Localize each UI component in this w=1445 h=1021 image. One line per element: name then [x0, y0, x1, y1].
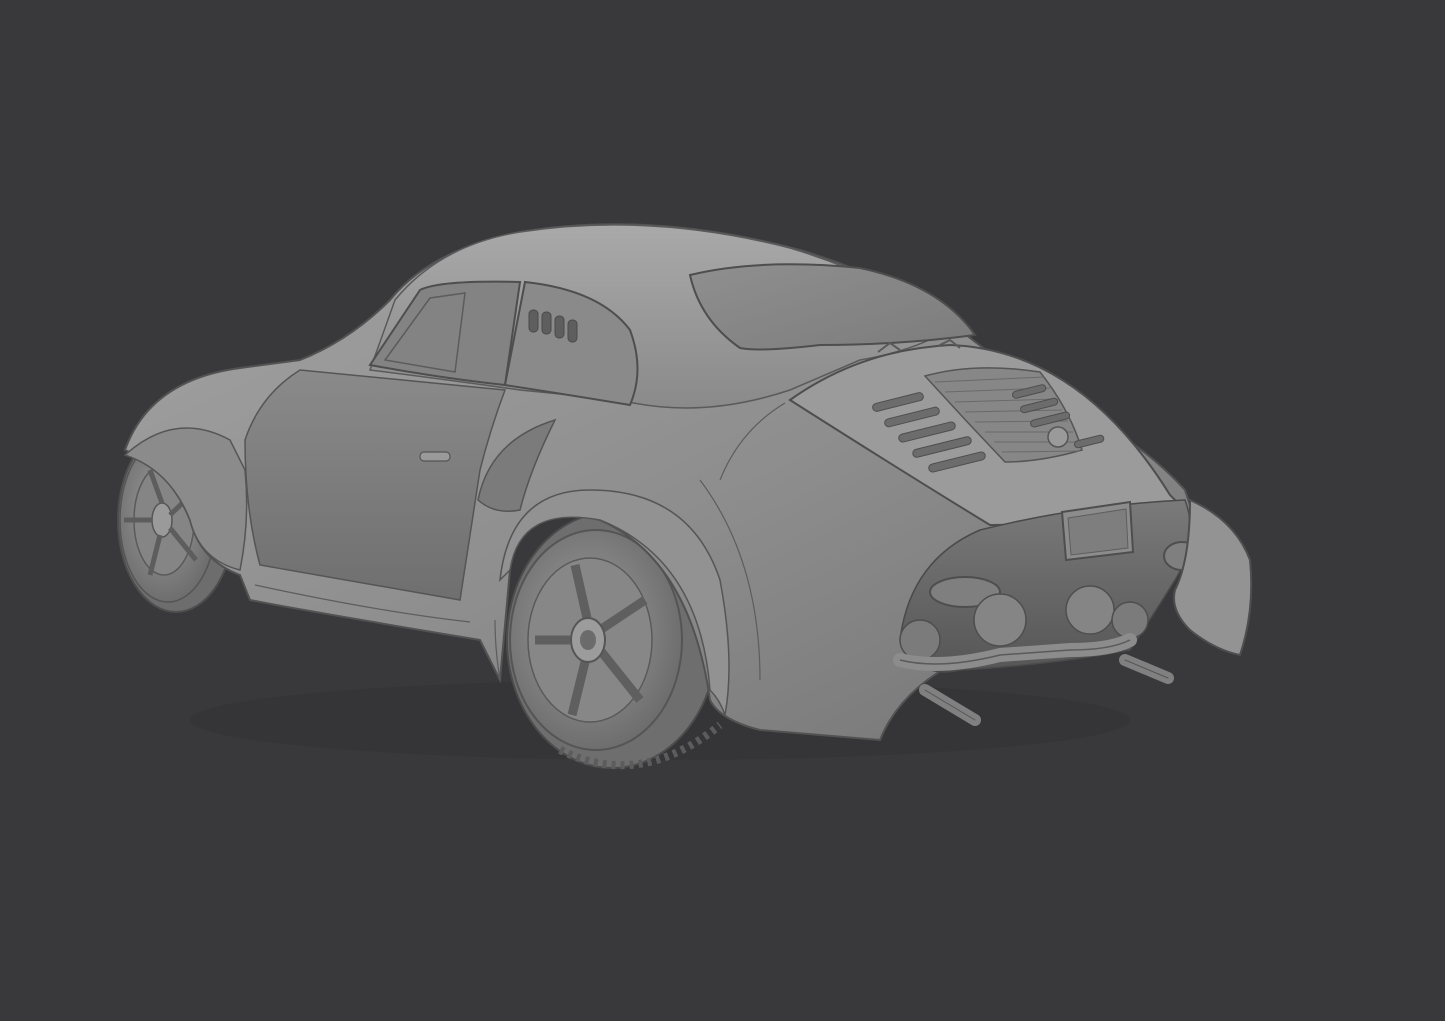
rear-window: [688, 263, 977, 351]
license-plate: [1060, 500, 1135, 562]
car-model-icon[interactable]: [0, 0, 1445, 1021]
door-handle: [419, 451, 451, 462]
door: [244, 369, 507, 601]
3d-viewport[interactable]: [0, 0, 1445, 1021]
